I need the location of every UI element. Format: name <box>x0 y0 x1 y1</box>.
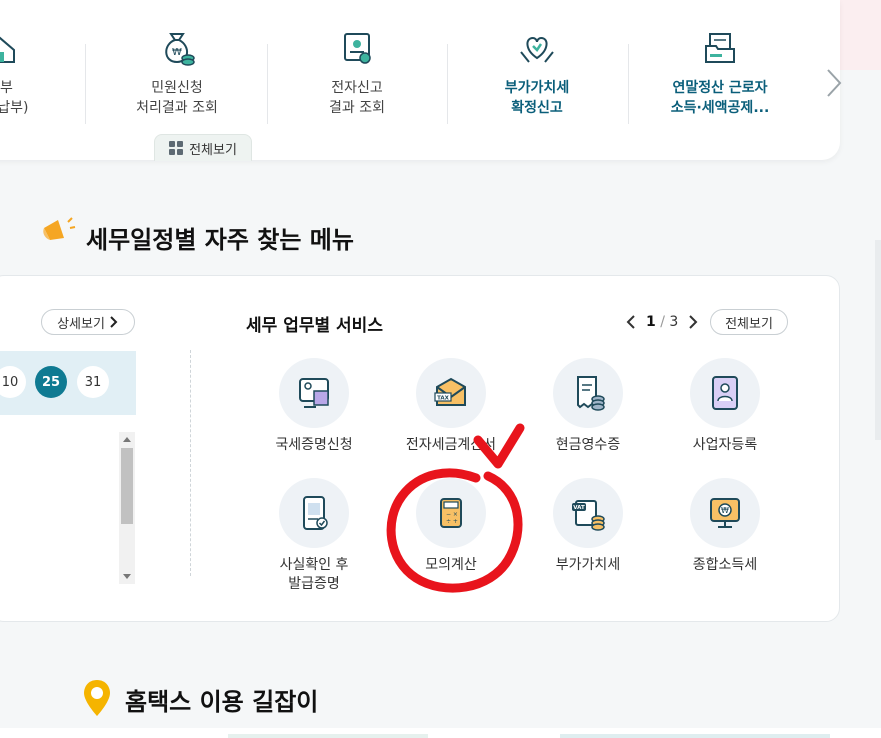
quick-divider <box>85 44 86 124</box>
phone-document-icon <box>303 496 328 530</box>
quick-item-label: 납부 조회납부) <box>0 80 29 116</box>
quick-item-label: 연말정산 근로자 소득·세액공제... <box>670 80 770 116</box>
service-icon-circle <box>279 478 349 548</box>
scroll-down-arrow-icon[interactable] <box>123 574 131 579</box>
certificate-screen-icon <box>299 378 329 408</box>
service-icon-circle: ₩ <box>690 478 760 548</box>
certificate-icon <box>344 33 371 64</box>
service-label: 부가가치세 <box>555 557 621 573</box>
megaphone-icon <box>43 217 76 240</box>
svg-text:÷ +: ÷ + <box>446 518 458 525</box>
service-icon-circle: TAX <box>416 358 486 428</box>
service-icon-circle: − × ÷ + <box>416 478 486 548</box>
svg-text:VAT: VAT <box>573 505 585 511</box>
page-current: 1 <box>646 314 656 330</box>
svg-text:₩: ₩ <box>721 506 729 515</box>
section-title: 세무일정별 자주 찾는 메뉴 <box>86 226 354 254</box>
receipt-coins-icon <box>577 376 605 411</box>
view-all-label: 전체보기 <box>189 142 237 158</box>
quick-item-civil-result[interactable]: ₩ 민원신청 처리결과 조회 <box>97 28 257 118</box>
svg-text:₩: ₩ <box>172 47 182 58</box>
house-tax-icon <box>0 36 15 63</box>
guide-section-title: 홈택스 이용 길잡이 <box>125 688 319 716</box>
services-view-all-button[interactable]: 전체보기 <box>710 309 788 335</box>
chevron-right-icon[interactable] <box>822 66 848 100</box>
heart-hands-icon <box>520 36 554 63</box>
service-vat[interactable]: VAT 부가가치세 <box>523 478 653 575</box>
quick-divider <box>628 44 629 124</box>
vat-coins-icon: VAT <box>572 500 605 531</box>
service-icon-circle <box>553 358 623 428</box>
service-mock-calculation[interactable]: − × ÷ + 모의계산 <box>386 478 516 575</box>
quick-menu-view-all-tab[interactable]: 전체보기 <box>154 134 252 161</box>
page-edge-rail <box>875 240 881 440</box>
service-certificate-request[interactable]: 국세증명신청 <box>249 358 379 455</box>
money-bag-icon: ₩ <box>165 33 195 66</box>
service-income-tax[interactable]: ₩ 종합소득세 <box>660 478 790 575</box>
quick-divider <box>447 44 448 124</box>
service-fact-confirmation[interactable]: 사실확인 후 발급증명 <box>249 478 379 594</box>
location-pin-icon <box>84 680 110 716</box>
svg-text:TAX: TAX <box>437 396 450 402</box>
monitor-won-icon: ₩ <box>710 498 740 528</box>
service-icon-circle: VAT <box>553 478 623 548</box>
chevron-right-icon[interactable] <box>686 312 700 332</box>
calendar-day[interactable]: 31 <box>77 366 109 398</box>
quick-divider <box>267 44 268 124</box>
service-label: 사업자등록 <box>692 437 758 453</box>
chevron-left-icon[interactable] <box>624 312 638 332</box>
business-registration-icon <box>712 376 738 410</box>
scroll-up-arrow-icon[interactable] <box>123 437 131 442</box>
service-icon-circle <box>690 358 760 428</box>
detail-view-button[interactable]: 상세보기 <box>41 309 135 335</box>
service-label: 모의계산 <box>425 557 477 573</box>
page-separator: / <box>660 314 665 330</box>
next-section-accent <box>228 734 428 738</box>
page-total: 3 <box>669 314 679 330</box>
quick-item-label: 전자신고 결과 조회 <box>329 80 385 116</box>
quick-item-label: 부가가치세 확정신고 <box>504 80 570 116</box>
calculator-icon: − × ÷ + <box>440 498 462 528</box>
service-e-tax-invoice[interactable]: TAX 전자세금계산서 <box>386 358 516 455</box>
quick-item-label: 민원신청 처리결과 조회 <box>136 80 218 116</box>
service-cash-receipt[interactable]: 현금영수증 <box>523 358 653 455</box>
service-icon-circle <box>279 358 349 428</box>
scrollbar-thumb[interactable] <box>121 448 133 524</box>
calendar-day-selected[interactable]: 25 <box>35 366 67 398</box>
background-accent <box>838 0 881 70</box>
chevron-right-icon <box>110 316 118 328</box>
service-label: 현금영수증 <box>555 437 621 453</box>
service-label: 사실확인 후 발급증명 <box>279 557 349 592</box>
quick-item-vat-final-filing[interactable]: 부가가치세 확정신고 <box>457 28 617 118</box>
service-label: 국세증명신청 <box>275 437 353 453</box>
quick-item-year-end-settlement[interactable]: 연말정산 근로자 소득·세액공제... <box>640 28 800 118</box>
detail-view-label: 상세보기 <box>57 316 105 332</box>
services-pager: 1 / 3 <box>624 312 700 332</box>
grid-icon <box>169 141 184 155</box>
service-label: 종합소득세 <box>692 557 758 573</box>
folder-document-icon <box>705 33 735 63</box>
quick-item-e-filing-result[interactable]: 전자신고 결과 조회 <box>277 28 437 118</box>
panel-divider <box>190 350 191 576</box>
tax-envelope-icon: TAX <box>434 377 466 406</box>
service-label: 전자세금계산서 <box>405 437 497 453</box>
svg-text:− ×: − × <box>446 511 458 518</box>
service-business-registration[interactable]: 사업자등록 <box>660 358 790 455</box>
next-section-accent <box>560 734 830 738</box>
services-title: 세무 업무별 서비스 <box>246 316 383 336</box>
quick-item-tax-payment[interactable]: 납부 조회납부) <box>0 28 80 118</box>
